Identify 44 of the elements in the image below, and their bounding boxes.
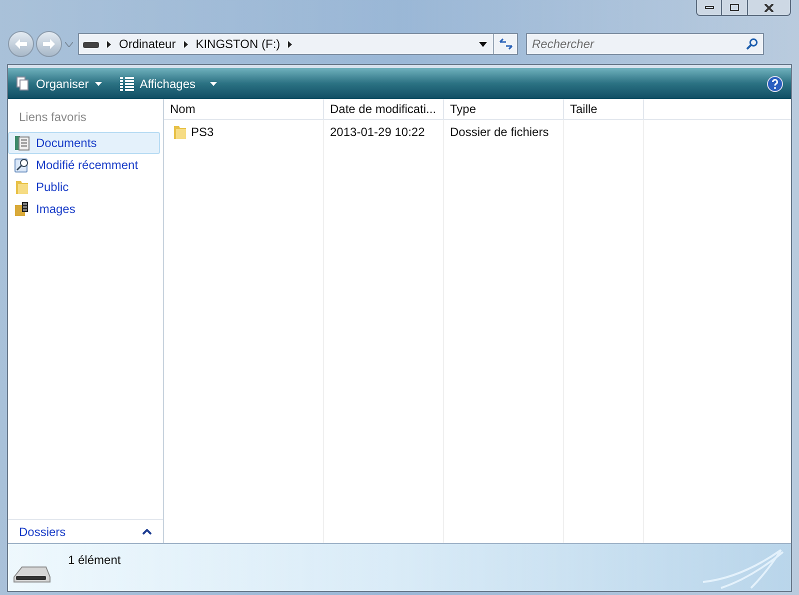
list-view-icon — [120, 76, 134, 90]
sidebar-item[interactable]: Documents — [8, 132, 160, 154]
dropdown-icon[interactable] — [479, 42, 487, 46]
search-field[interactable]: Rechercher — [526, 33, 764, 55]
chevron-right-icon — [184, 40, 188, 48]
close-icon — [764, 4, 774, 12]
sidebar-item[interactable]: Public — [8, 176, 160, 198]
refresh-icon — [498, 38, 512, 50]
breadcrumb[interactable]: Ordinateur — [119, 35, 176, 53]
arrow-left-icon — [15, 39, 27, 49]
column-header[interactable]: Taille — [564, 99, 644, 119]
caret-icon — [94, 82, 102, 86]
column-header[interactable]: Date de modificati... — [324, 99, 444, 119]
search-document-icon — [14, 157, 30, 173]
toolbar-button[interactable]: Affichages — [120, 74, 217, 92]
sidebar-item[interactable]: Modifié récemment — [8, 154, 160, 176]
arrow-right-icon — [43, 39, 55, 49]
sidebar-heading: Liens favoris — [18, 109, 88, 126]
back-button[interactable] — [8, 31, 34, 57]
pages-icon — [16, 76, 30, 91]
drive-icon — [83, 40, 99, 48]
chevron-right-icon — [107, 40, 111, 48]
table-cell-text: 2013-01-29 10:22 — [329, 124, 426, 141]
column-header[interactable]: Type — [444, 99, 564, 119]
address-bar[interactable]: Ordinateur KINGSTON (F:) — [78, 33, 518, 55]
file-name: PS3 — [191, 124, 214, 141]
table-cell-text: Dossier de fichiers — [449, 124, 550, 141]
folder-icon — [15, 179, 29, 195]
chevron-up-icon — [142, 528, 152, 534]
column-header[interactable]: Nom — [164, 99, 324, 119]
toolbar-button[interactable]: Organiser — [16, 74, 102, 92]
help-icon[interactable] — [767, 76, 783, 92]
caret-icon — [65, 42, 73, 46]
forward-button[interactable] — [36, 31, 62, 57]
table-cell[interactable]: PS3 — [164, 123, 324, 141]
item-count: 1 élément — [68, 552, 121, 569]
document-icon — [14, 135, 30, 151]
film-folder-icon — [14, 201, 30, 217]
sidebar-item[interactable]: Images — [8, 198, 160, 220]
chevron-right-icon — [288, 40, 292, 48]
search-icon — [746, 38, 758, 50]
folder-icon — [173, 124, 187, 140]
breadcrumb[interactable]: KINGSTON (F:) — [196, 35, 280, 53]
caret-icon — [210, 82, 217, 86]
